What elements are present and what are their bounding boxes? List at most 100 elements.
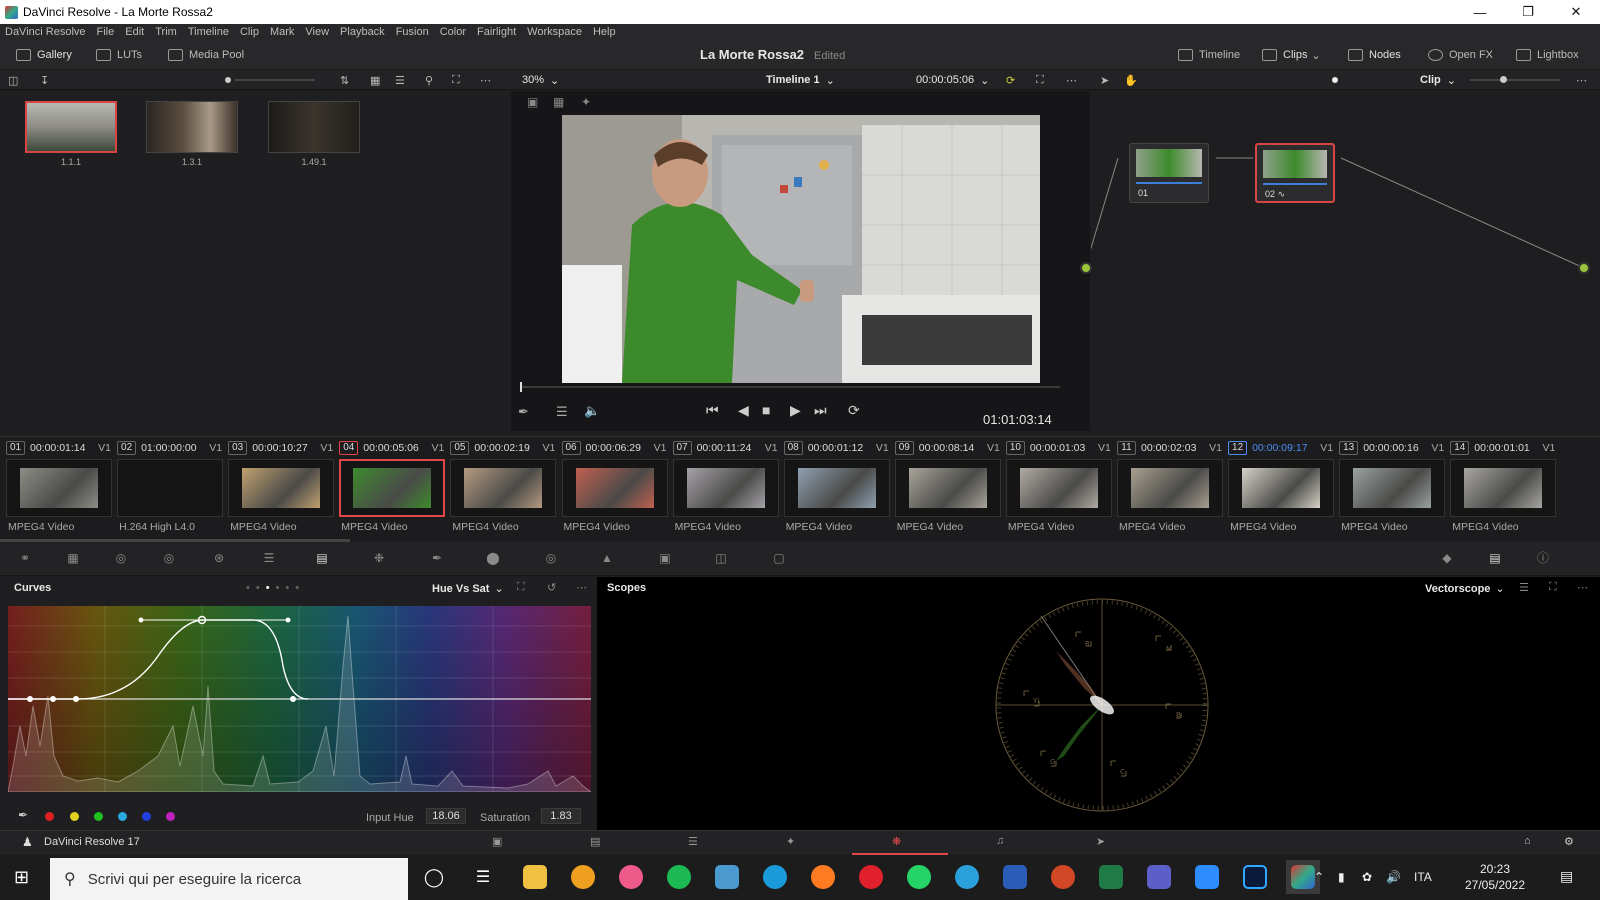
stop-icon[interactable]: ■ — [762, 402, 770, 418]
node-02[interactable]: 02 ∿ — [1255, 143, 1335, 203]
node-mode-select[interactable]: Clip ⌄ — [1420, 70, 1456, 90]
menu-playback[interactable]: Playback — [340, 26, 385, 38]
media-page-icon[interactable]: ▣ — [492, 835, 502, 848]
clip-thumbnail[interactable] — [117, 459, 224, 517]
timeline-clip[interactable]: 12 00:00:09:17 V1 MPEG4 Video — [1224, 437, 1337, 541]
grid-view-icon[interactable]: ▦ — [370, 70, 380, 90]
timeline-clip[interactable]: 02 01:00:00:00 V1 H.264 High L4.0 — [113, 437, 226, 541]
scope-type-select[interactable]: Vectorscope ⌄ — [1425, 582, 1505, 595]
excel-icon[interactable] — [1094, 860, 1128, 894]
media-pool-button[interactable]: Media Pool — [168, 40, 244, 70]
clips-button[interactable]: Clips ⌄ — [1262, 40, 1321, 70]
scopes-icon[interactable]: ▤ — [1486, 551, 1504, 565]
minimize-icon[interactable]: — — [1456, 0, 1504, 24]
search-icon[interactable]: ⚲ — [425, 70, 433, 90]
task-view-icon[interactable]: ☰ — [466, 860, 500, 894]
motion-effects-icon[interactable]: ☰ — [260, 551, 278, 565]
layers-icon[interactable]: ☰ — [556, 404, 568, 420]
cut-page-icon[interactable]: ▤ — [590, 835, 600, 848]
opera-icon[interactable] — [854, 860, 888, 894]
clock[interactable]: 20:23 27/05/2022 — [1460, 862, 1530, 892]
skip-start-icon[interactable]: ⏮ — [706, 402, 719, 419]
import-icon[interactable]: ↧ — [40, 70, 49, 90]
step-back-icon[interactable]: ◀ — [738, 402, 749, 419]
battery-icon[interactable]: ▮ — [1338, 870, 1345, 884]
zoom-icon[interactable] — [1190, 860, 1224, 894]
clip-thumbnail[interactable] — [228, 459, 335, 517]
timeline-clip[interactable]: 03 00:00:10:27 V1 MPEG4 Video — [224, 437, 337, 541]
sync-icon[interactable]: ⟳ — [1006, 70, 1015, 90]
notification-icon[interactable]: ▤ — [1560, 868, 1573, 885]
timecode-top[interactable]: 00:00:05:06 ⌄ — [916, 70, 989, 90]
tray-chevron-icon[interactable]: ⌃ — [1314, 870, 1324, 884]
spotify-icon[interactable] — [662, 860, 696, 894]
windows-start-icon[interactable]: ⊞ — [14, 867, 29, 888]
fullscreen-icon[interactable]: ⛶ — [1036, 70, 1044, 90]
timeline-clip[interactable]: 11 00:00:02:03 V1 MPEG4 Video — [1113, 437, 1226, 541]
clip-thumbnail[interactable] — [1228, 459, 1335, 517]
timeline-clip[interactable]: 09 00:00:08:14 V1 MPEG4 Video — [891, 437, 1004, 541]
color-page-tab[interactable]: ❋ — [852, 831, 948, 855]
clip-thumbnail[interactable] — [561, 459, 668, 517]
menu-view[interactable]: View — [305, 26, 329, 38]
reset-icon[interactable]: ↺ — [547, 581, 556, 594]
menu-fusion[interactable]: Fusion — [396, 26, 429, 38]
menu-file[interactable]: File — [97, 26, 115, 38]
timeline-clip[interactable]: 10 00:00:01:03 V1 MPEG4 Video — [1002, 437, 1115, 541]
fusion-page-icon[interactable]: ✦ — [786, 835, 795, 848]
timeline-clip[interactable]: 05 00:00:02:19 V1 MPEG4 Video — [446, 437, 559, 541]
sidebar-toggle-icon[interactable]: ◫ — [8, 70, 18, 90]
settings-gear-icon[interactable]: ⚙ — [1564, 835, 1574, 848]
3d-icon[interactable]: ▢ — [770, 551, 788, 565]
input-node-dot[interactable] — [1080, 262, 1092, 274]
timeline-select[interactable]: Timeline 1 ⌄ — [766, 70, 835, 90]
powerpoint-icon[interactable] — [1046, 860, 1080, 894]
scopes-more-icon[interactable]: ⋯ — [1577, 581, 1588, 594]
gallery-still[interactable] — [268, 101, 360, 153]
qualifier-icon[interactable]: ✒ — [428, 551, 446, 565]
openfx-button[interactable]: Open FX — [1428, 40, 1493, 70]
color-match-icon[interactable]: ▦ — [64, 551, 82, 565]
hdr-icon[interactable]: ◎ — [160, 551, 178, 565]
whatsapp-icon[interactable] — [902, 860, 936, 894]
bezier-handle[interactable] — [285, 617, 291, 623]
camera-raw-icon[interactable]: ⚭ — [16, 551, 34, 565]
menu-trim[interactable]: Trim — [155, 26, 177, 38]
magenta-swatch[interactable] — [166, 812, 175, 821]
magic-mask-icon[interactable]: ▲ — [598, 551, 616, 565]
video-frame[interactable] — [562, 115, 1040, 383]
timeline-button[interactable]: Timeline — [1178, 40, 1240, 70]
teams-icon[interactable] — [1142, 860, 1176, 894]
speaker-icon[interactable]: 🔊 — [1386, 870, 1401, 884]
skip-end-icon[interactable]: ⏭ — [814, 402, 827, 419]
menu-clip[interactable]: Clip — [240, 26, 259, 38]
edge-icon[interactable] — [758, 860, 792, 894]
lightbox-button[interactable]: Lightbox — [1516, 40, 1579, 70]
telegram-icon[interactable] — [950, 860, 984, 894]
color-wheels-icon[interactable]: ◎ — [112, 551, 130, 565]
file-explorer-icon[interactable] — [518, 860, 552, 894]
loop-icon[interactable]: ⟳ — [848, 402, 860, 419]
viewer-more-icon[interactable]: ⋯ — [1066, 70, 1077, 90]
clip-thumbnail[interactable] — [1339, 459, 1446, 517]
eyedropper-icon[interactable]: ✒ — [518, 404, 529, 420]
thumb-size-slider[interactable] — [225, 70, 315, 90]
close-icon[interactable]: ✕ — [1552, 0, 1600, 24]
volume-icon[interactable]: 🔈 — [584, 403, 600, 419]
firefox-icon[interactable] — [806, 860, 840, 894]
clip-thumbnail[interactable] — [1005, 459, 1112, 517]
scrubber-track[interactable] — [520, 382, 1060, 392]
timeline-clip[interactable]: 06 00:00:06:29 V1 MPEG4 Video — [558, 437, 671, 541]
curve-mode-select[interactable]: Hue Vs Sat ⌄ — [432, 582, 504, 595]
curve-point[interactable] — [290, 696, 296, 702]
paint-icon[interactable] — [710, 860, 744, 894]
taskbar-search[interactable]: ⚲ Scrivi qui per eseguire la ricerca — [50, 858, 408, 900]
cyan-swatch[interactable] — [118, 812, 127, 821]
expand-icon[interactable]: ⛶ — [452, 70, 460, 90]
playhead-marker[interactable] — [520, 382, 522, 392]
viewer-mode-icon[interactable]: ▣ — [527, 95, 538, 109]
yellow-swatch[interactable] — [70, 812, 79, 821]
curves-more-icon[interactable]: ⋯ — [576, 581, 587, 594]
language-indicator[interactable]: ITA — [1414, 870, 1432, 884]
clip-thumbnail[interactable] — [450, 459, 557, 517]
